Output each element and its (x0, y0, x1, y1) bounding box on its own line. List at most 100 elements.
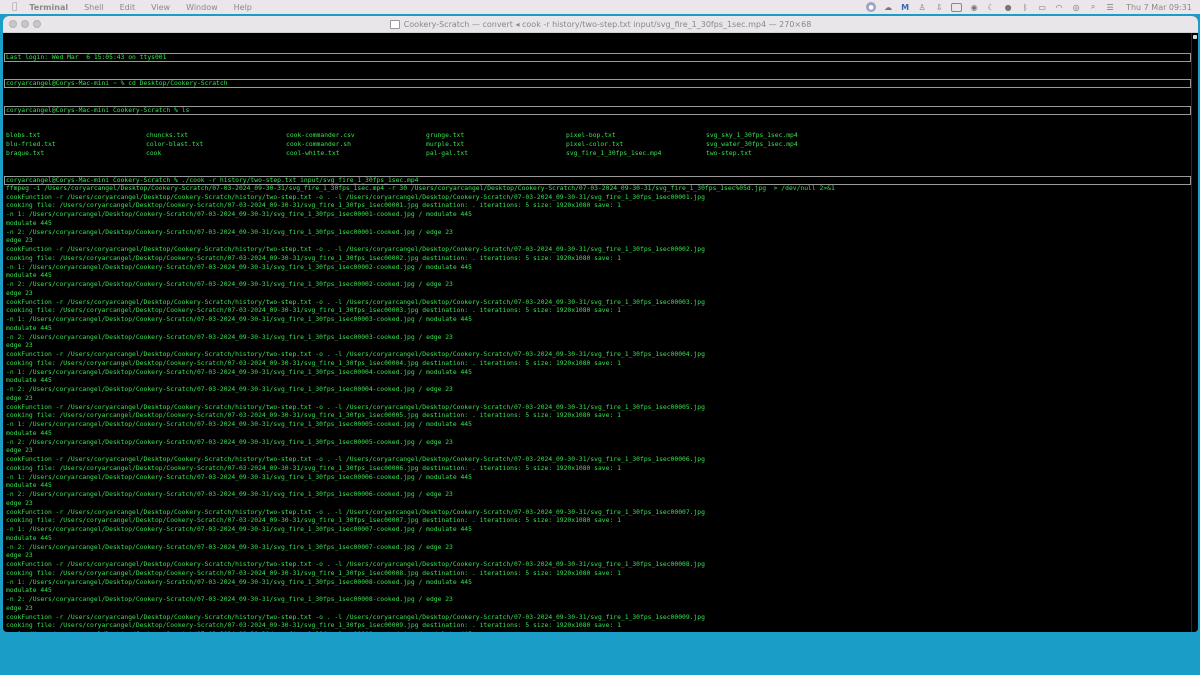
menu-bar:  Terminal Shell Edit View Window Help ●… (0, 0, 1200, 14)
terminal-line: cooking file: /Users/coryarcangel/Deskto… (6, 622, 621, 630)
terminal-line: cooking file: /Users/coryarcangel/Deskto… (6, 254, 621, 262)
ls-row: braque.txt cook cool-white.txt pal-gal.txt s… (6, 150, 1189, 159)
display-icon[interactable] (951, 2, 963, 12)
menu-shell[interactable]: Shell (84, 3, 104, 12)
terminal-line: -n 1: /Users/coryarcangel/Desktop/Cooker… (6, 368, 472, 376)
status-circle-icon[interactable]: ● (866, 2, 877, 12)
ls-entry: braque.txt (6, 149, 45, 157)
ls-entry: two-step.txt (706, 149, 752, 157)
terminal-line: cookFunction -r /Users/coryarcangel/Desk… (6, 246, 705, 253)
user-account-icon[interactable]: ◎ (1071, 2, 1081, 12)
cloud-icon[interactable]: ☁ (883, 2, 893, 12)
terminal-line: cooking file: /Users/coryarcangel/Deskto… (6, 412, 621, 420)
ls-entry: grunge.txt (426, 132, 465, 139)
terminal-line: modulate 445 (6, 429, 52, 437)
status-area: ● ☁ M ♙ ⇩ ◉ ☾ ● ᛒ ▭ ◠ ◎ ⌕ ☰ Thu 7 Mar 09… (866, 0, 1192, 14)
ls-entry: blu-fried.txt (6, 140, 56, 148)
terminal-line: -n 2: /Users/coryarcangel/Desktop/Cooker… (6, 596, 453, 603)
close-button[interactable] (9, 20, 17, 28)
terminal-line: cooking file: /Users/coryarcangel/Deskto… (6, 464, 621, 472)
clock[interactable]: Thu 7 Mar 09:31 (1126, 3, 1192, 12)
terminal-line: -n 1: /Users/coryarcangel/Desktop/Cooker… (6, 211, 472, 218)
terminal-line: coryarcangel@Corys-Mac-mini Cookery-Scra… (4, 175, 1191, 185)
zoom-button[interactable] (33, 20, 41, 28)
menu-terminal[interactable]: Terminal (29, 3, 68, 12)
terminal-line: cookFunction -r /Users/coryarcangel/Desk… (6, 298, 705, 306)
terminal-line: edge 23 (6, 552, 33, 560)
apple-icon[interactable]:  (12, 2, 17, 12)
title-bar[interactable]: Cookery-Scratch — convert ◂ cook -r hist… (3, 16, 1198, 33)
terminal-line: cooking file: /Users/coryarcangel/Deskto… (6, 359, 621, 367)
ls-entry: pal-gal.txt (426, 149, 469, 157)
terminal-line: cookFunction -r /Users/coryarcangel/Desk… (6, 561, 705, 568)
folder-icon (389, 19, 400, 29)
record-icon[interactable]: ◉ (969, 2, 979, 12)
ls-entry: chuncks.txt (146, 132, 189, 139)
terminal-line: modulate 445 (6, 324, 52, 332)
ls-entry: cook-commander.sh (286, 140, 351, 148)
terminal-line: cookFunction -r /Users/coryarcangel/Desk… (6, 613, 705, 621)
terminal-line: -n 1: /Users/coryarcangel/Desktop/Cooker… (6, 421, 472, 428)
menu-edit[interactable]: Edit (120, 3, 136, 12)
terminal-line: -n 2: /Users/coryarcangel/Desktop/Cooker… (6, 386, 453, 393)
moon-icon[interactable]: ☾ (986, 2, 996, 12)
terminal-line: coryarcangel@Corys-Mac-mini Cookery-Scra… (4, 105, 1191, 115)
bluetooth-icon[interactable]: ᛒ (1020, 2, 1030, 12)
terminal-line: -n 1: /Users/coryarcangel/Desktop/Cooker… (6, 316, 472, 323)
scroll-thumb[interactable] (1193, 35, 1197, 39)
terminal-line: modulate 445 (6, 219, 52, 227)
terminal-line: edge 23 (6, 499, 33, 507)
window-controls (9, 20, 41, 28)
menu-help[interactable]: Help (234, 3, 252, 12)
terminal-line: edge 23 (6, 394, 33, 402)
terminal-line: -n 2: /Users/coryarcangel/Desktop/Cooker… (6, 438, 453, 446)
terminal-line: -n 2: /Users/coryarcangel/Desktop/Cooker… (6, 543, 453, 551)
menu-window[interactable]: Window (186, 3, 218, 12)
terminal-line: coryarcangel@Corys-Mac-mini ~ % cd Deskt… (4, 79, 1191, 88)
terminal-line: edge 23 (6, 342, 33, 350)
ls-entry: pixel-color.txt (566, 140, 624, 148)
command-output: coryarcangel@Corys-Mac-mini Cookery-Scra… (4, 175, 1191, 632)
download-icon[interactable]: ⇩ (934, 2, 944, 12)
control-center-icon[interactable]: ☰ (1105, 2, 1115, 12)
minimize-button[interactable] (21, 20, 29, 28)
terminal-line: -n 2: /Users/coryarcangel/Desktop/Cooker… (6, 491, 453, 498)
search-icon[interactable]: ⌕ (1088, 2, 1098, 12)
terminal-window: Cookery-Scratch — convert ◂ cook -r hist… (3, 16, 1198, 632)
terminal-output[interactable]: Last login: Wed Mar 6 15:05:43 on ttys00… (3, 33, 1192, 632)
terminal-line: cookFunction -r /Users/coryarcangel/Desk… (6, 456, 705, 463)
menu-view[interactable]: View (151, 3, 170, 12)
ls-entry: cool-white.txt (286, 149, 340, 157)
ls-entry: color-blast.txt (146, 140, 204, 148)
terminal-line: cookFunction -r /Users/coryarcangel/Desk… (6, 508, 705, 516)
terminal-line: cooking file: /Users/coryarcangel/Deskto… (6, 517, 621, 525)
battery-icon[interactable]: ▭ (1037, 2, 1047, 12)
terminal-line: -n 2: /Users/coryarcangel/Desktop/Cooker… (6, 333, 453, 341)
ls-entry: cook-commander.csv (286, 132, 355, 139)
terminal-line: cooking file: /Users/coryarcangel/Deskto… (6, 307, 621, 315)
wifi-icon[interactable]: ◠ (1054, 2, 1064, 12)
dot-icon[interactable]: ● (1003, 2, 1013, 12)
terminal-line: -n 1: /Users/coryarcangel/Desktop/Cooker… (6, 631, 1189, 632)
terminal-line: ffmpeg -i /Users/coryarcangel/Desktop/Co… (6, 184, 835, 192)
ls-entry: murple.txt (426, 140, 465, 148)
terminal-line: -n 1: /Users/coryarcangel/Desktop/Cooker… (6, 263, 472, 271)
ls-entry: svg_water_30fps_1sec.mp4 (706, 140, 798, 148)
terminal-line: edge 23 (6, 289, 33, 297)
terminal-line: cookFunction -r /Users/coryarcangel/Desk… (6, 351, 705, 358)
ls-output: blobs.txt chuncks.txt cook-commander.csv gr… (6, 132, 1189, 158)
user-icon[interactable]: ♙ (917, 2, 927, 12)
terminal-line: -n 2: /Users/coryarcangel/Desktop/Cooker… (6, 281, 453, 288)
terminal-line: modulate 445 (6, 587, 52, 595)
window-title: Cookery-Scratch — convert ◂ cook -r hist… (403, 19, 812, 29)
terminal-line: modulate 445 (6, 377, 52, 385)
ls-entry: blobs.txt (6, 132, 41, 139)
terminal-line: modulate 445 (6, 482, 52, 490)
ls-entry: svg_fire_1_30fps_1sec.mp4 (566, 149, 662, 157)
malwarebytes-icon[interactable]: M (900, 2, 910, 12)
terminal-line: cooking file: /Users/coryarcangel/Deskto… (6, 202, 621, 210)
terminal-line: cookFunction -r /Users/coryarcangel/Desk… (6, 193, 705, 201)
ls-entry: cook (146, 149, 162, 157)
scrollbar[interactable] (1191, 33, 1198, 632)
terminal-line: modulate 445 (6, 534, 52, 542)
